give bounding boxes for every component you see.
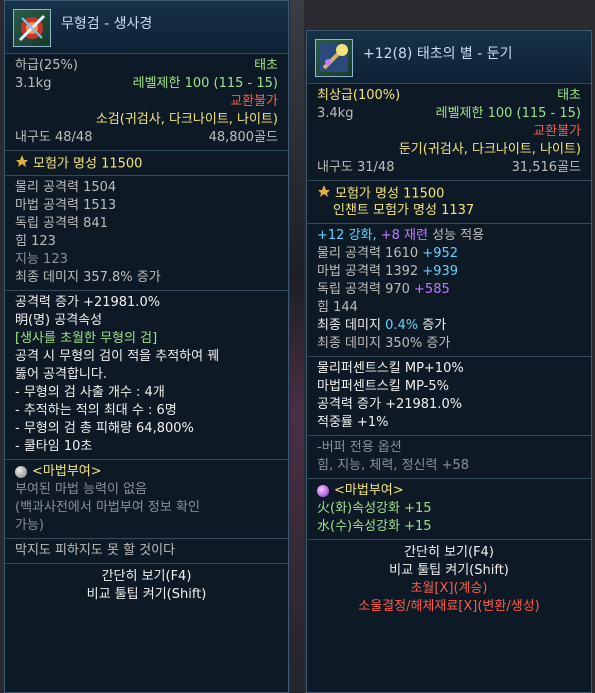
stats-section: +12 강화, +8 재련 성능 적용 물리 공격력 1610 +952 마법 … xyxy=(307,224,591,357)
stat-phys: 물리 공격력 1610 xyxy=(317,246,419,261)
enchant-line: 水(수)속성강화 +15 xyxy=(317,519,432,534)
grade: 하급(25%) xyxy=(15,58,78,73)
enchant-section: <마법부여> 火(화)속성강화 +15 水(수)속성강화 +15 xyxy=(307,479,591,540)
durability: 내구도 48/48 xyxy=(15,130,93,145)
stat-phys-bonus: +952 xyxy=(422,246,459,261)
background-strip xyxy=(290,0,304,693)
options-section: 공격력 증가 +21981.0% 明(명) 공격속성 [생사를 초월한 무형의 … xyxy=(5,291,288,460)
compare-tooltip-button[interactable]: 비교 툴팁 켜기(Shift) xyxy=(307,562,591,580)
price: 31,516골드 xyxy=(511,160,581,175)
grade: 최상급(100%) xyxy=(317,88,401,103)
buffer-section: -버퍼 전용 옵션 힘, 지능, 체력, 정신력 +58 xyxy=(307,436,591,479)
footer: 간단히 보기(F4) 비교 툴팁 켜기(Shift) 초월[X](계승) 소울결… xyxy=(307,540,591,620)
level-limit: 레벨제한 100 (115 - 15) xyxy=(132,76,278,91)
fame-section: 모험가 명성 11500 xyxy=(5,151,288,176)
skill-line: 공격력 증가 +21981.0% xyxy=(317,397,463,412)
skill-line: 물리퍼센트스킬 MP+10% xyxy=(317,361,464,376)
tooltip-header: +12(8) 태초의 별 - 둔기 xyxy=(307,31,591,84)
fame-section: 모험가 명성 11500 인챈트 모험가 명성 1137 xyxy=(307,181,591,224)
flavor-line: - 무형의 검 총 피해량 64,800% xyxy=(15,421,194,436)
stats-section: 물리 공격력 1504 마법 공격력 1513 독립 공격력 841 힘 123… xyxy=(5,176,288,291)
flavor-line: - 무형의 검 사출 개수 : 4개 xyxy=(15,385,165,400)
skill-line: 마법퍼센트스킬 MP-5% xyxy=(317,379,449,394)
brief-view-button[interactable]: 간단히 보기(F4) xyxy=(307,544,591,562)
final-dmg-value: 0.4% xyxy=(385,318,419,333)
stat-mag: 마법 공격력 1392 xyxy=(317,264,419,279)
enchant-orb-icon xyxy=(317,484,329,497)
extract-note: 소울결정/해체재료[X](변환/생성) xyxy=(358,599,540,614)
flavor-line: 공격 시 무형의 검이 적을 추적하여 꿰 xyxy=(15,349,220,364)
item-type: 소검(귀검사, 다크나이트, 나이트) xyxy=(95,112,278,127)
quote: 막지도 피하지도 못 할 것이다 xyxy=(15,543,176,558)
durability: 내구도 31/48 xyxy=(317,160,395,175)
weight: 3.1kg xyxy=(15,76,52,91)
basic-info: 최상급(100%) 태초 3.4kg 레벨제한 100 (115 - 15) 교환불… xyxy=(307,84,591,181)
transcend-note: 초월[X](계승) xyxy=(410,581,488,596)
enchant-title: <마법부여> xyxy=(334,483,404,498)
skill-line: 적중률 +1% xyxy=(317,415,389,430)
fame-icon xyxy=(317,184,331,204)
level-limit: 레벨제한 100 (115 - 15) xyxy=(435,106,581,121)
enchant-title: <마법부여> xyxy=(32,464,102,479)
stat-mag-bonus: +939 xyxy=(422,264,459,279)
stat-str: 힘 123 xyxy=(15,234,56,249)
class-tag: 태초 xyxy=(557,88,581,103)
fame: 모험가 명성 11500 xyxy=(33,156,143,172)
basic-info: 하급(25%) 태초 3.1kg 레벨제한 100 (115 - 15) 교환불가 … xyxy=(5,54,288,151)
stat-int: 지능 123 xyxy=(15,252,68,267)
final-dmg-suffix: 증가 xyxy=(422,318,447,333)
price: 48,800골드 xyxy=(208,130,278,145)
item-title: 무형검 - 생사경 xyxy=(61,16,153,32)
enchant-line: 火(화)속성강화 +15 xyxy=(317,501,432,516)
quote-section: 막지도 피하지도 못 할 것이다 xyxy=(5,539,288,564)
weight: 3.4kg xyxy=(317,106,354,121)
enchant-line: 가능) xyxy=(15,518,44,533)
stat-mag: 마법 공격력 1513 xyxy=(15,198,117,213)
refine-level: +8 재련 xyxy=(380,228,428,243)
item-tooltip-right: +12(8) 태초의 별 - 둔기 최상급(100%) 태초 3.4kg 레벨제한 … xyxy=(306,30,592,693)
options-section: 물리퍼센트스킬 MP+10% 마법퍼센트스킬 MP-5% 공격력 증가 +219… xyxy=(307,357,591,436)
final-dmg-base: 최종 데미지 350% 증가 xyxy=(317,336,451,351)
buffer-title: -버퍼 전용 옵션 xyxy=(317,440,402,455)
sword-item-icon xyxy=(13,9,51,47)
enchant-fame: 인챈트 모험가 명성 1137 xyxy=(333,203,475,218)
flavor-line: - 추적하는 적의 최대 수 : 6명 xyxy=(15,403,177,418)
atk-up: 공격력 증가 +21981.0% xyxy=(15,295,161,310)
stat-ind: 독립 공격력 970 xyxy=(317,282,410,297)
buffer-line: 힘, 지능, 체력, 정신력 +58 xyxy=(317,458,470,473)
reinforce-note: 성능 적용 xyxy=(432,228,485,243)
class-tag: 태초 xyxy=(254,58,278,73)
item-title: +12(8) 태초의 별 - 둔기 xyxy=(363,46,513,62)
fame: 모험가 명성 11500 xyxy=(335,186,445,202)
stat-ind: 독립 공격력 841 xyxy=(15,216,108,231)
item-tooltip-left: 무형검 - 생사경 하급(25%) 태초 3.1kg 레벨제한 100 (115 -… xyxy=(4,0,289,693)
final-dmg-label: 최종 데미지 xyxy=(317,318,381,333)
enchant-orb-icon xyxy=(15,465,27,478)
item-type: 둔기(귀검사, 다크나이트, 나이트) xyxy=(398,142,581,157)
mace-item-icon xyxy=(315,39,353,77)
compare-tooltip-button[interactable]: 비교 툴팁 켜기(Shift) xyxy=(5,586,288,604)
enchant-line: 부여된 마법 능력이 없음 xyxy=(15,482,147,497)
flavor-line: - 쿨타임 10초 xyxy=(15,439,93,454)
fame-icon xyxy=(15,154,29,174)
flavor-line: 뚫어 공격합니다. xyxy=(15,367,107,382)
flavor-title: [생사를 초월한 무형의 검] xyxy=(15,331,158,346)
enchant-line: (백과사전에서 마법부여 정보 확인 xyxy=(15,500,200,515)
stat-phys: 물리 공격력 1504 xyxy=(15,180,117,195)
element: 明(명) 공격속성 xyxy=(15,313,103,328)
trade-status: 교환불가 xyxy=(533,124,581,139)
tooltip-header: 무형검 - 생사경 xyxy=(5,1,288,54)
reinforce-level: +12 강화, xyxy=(317,228,377,243)
enchant-section: <마법부여> 부여된 마법 능력이 없음 (백과사전에서 마법부여 정보 확인 … xyxy=(5,460,288,539)
stat-final: 최종 데미지 357.8% 증가 xyxy=(15,270,161,285)
stat-str: 힘 144 xyxy=(317,300,358,315)
footer: 간단히 보기(F4) 비교 툴팁 켜기(Shift) xyxy=(5,564,288,608)
trade-status: 교환불가 xyxy=(230,94,278,109)
stat-ind-bonus: +585 xyxy=(414,282,450,297)
brief-view-button[interactable]: 간단히 보기(F4) xyxy=(5,568,288,586)
